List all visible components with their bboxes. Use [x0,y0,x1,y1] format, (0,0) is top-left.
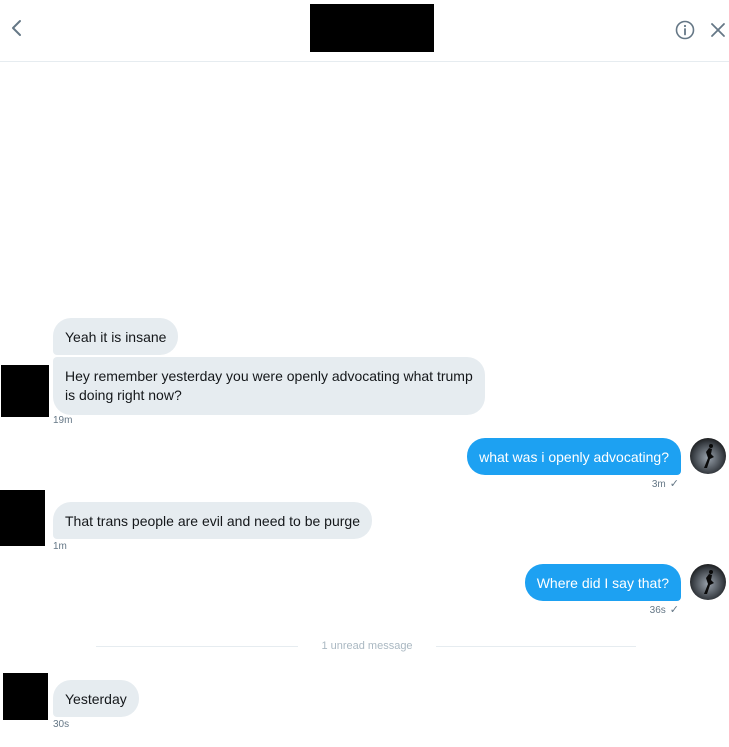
silhouette-avatar-icon [690,564,726,600]
conversation-info-button[interactable] [674,19,696,41]
unread-divider-label: 1 unread message [321,640,413,652]
message-timestamp: 19m [53,415,73,426]
message-timestamp: 1m [53,541,67,552]
info-circle-icon [675,20,695,40]
message-text: Hey remember yesterday you were openly a… [65,368,473,403]
user-avatar[interactable] [690,564,726,600]
close-icon [711,23,725,37]
redacted-conversation-name [310,4,434,52]
message-text: Yeah it is insane [65,329,167,345]
silhouette-avatar-icon [690,438,726,474]
incoming-message-bubble[interactable]: Yeah it is insane [53,318,179,355]
message-text: That trans people are evil and need to b… [65,513,360,529]
sent-check-icon: ✓ [669,604,679,616]
outgoing-message-bubble[interactable]: Where did I say that? [524,564,681,601]
incoming-message-bubble[interactable]: Hey remember yesterday you were openly a… [53,357,485,415]
incoming-message-bubble[interactable]: Yesterday [53,680,139,717]
message-text: what was i openly advocating? [479,449,669,465]
redacted-sender-avatar [3,673,48,720]
incoming-message-bubble[interactable]: That trans people are evil and need to b… [53,502,372,539]
message-text: Yesterday [65,691,127,707]
message-timestamp: 30s [53,719,70,730]
message-timestamp: 36s ✓ [649,604,679,616]
redacted-sender-avatar [1,365,49,417]
user-avatar[interactable] [690,438,726,474]
message-text: Where did I say that? [536,575,669,591]
unread-divider-line-right [436,646,636,647]
chevron-left-icon [12,20,21,36]
conversation-header [0,0,729,62]
sent-check-icon: ✓ [669,478,679,490]
close-button[interactable] [708,20,728,40]
outgoing-message-bubble[interactable]: what was i openly advocating? [467,438,681,475]
unread-divider-line-left [96,646,298,647]
redacted-sender-avatar [0,490,45,546]
message-timestamp: 3m ✓ [651,478,679,490]
back-button[interactable] [6,15,28,41]
